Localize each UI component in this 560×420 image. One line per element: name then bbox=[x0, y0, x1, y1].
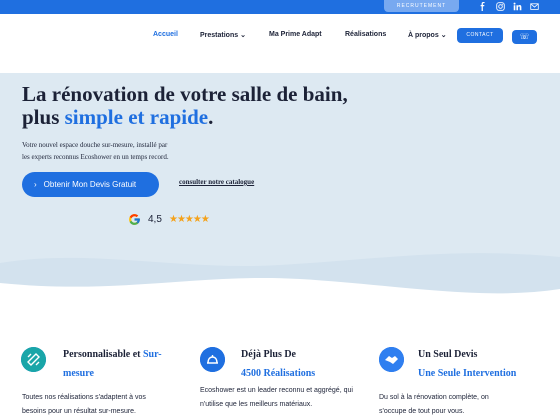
nav-item-realisations[interactable]: Réalisations bbox=[345, 31, 386, 38]
phone-icon: ☏ bbox=[519, 32, 530, 41]
get-quote-button[interactable]: › Obtenir Mon Devis Gratuit bbox=[22, 172, 159, 197]
hero-title-accent: simple et rapide bbox=[64, 105, 209, 129]
contact-button[interactable]: CONTACT bbox=[457, 28, 503, 43]
google-icon bbox=[129, 214, 140, 225]
feature-3-title: Un Seul Devis bbox=[418, 349, 478, 360]
feature-2-title-blue: 4500 Réalisations bbox=[241, 368, 316, 379]
nav-item-label: À propos bbox=[408, 32, 439, 39]
chevron-down-icon: ⌄ bbox=[440, 32, 447, 39]
phone-button[interactable]: ☏ bbox=[512, 30, 537, 44]
nav-item-accueil[interactable]: Accueil bbox=[153, 31, 178, 38]
feature-2-text: Ecoshower est un leader reconnu et aggré… bbox=[200, 387, 353, 408]
linkedin-icon[interactable] bbox=[511, 1, 523, 12]
chevron-right-icon: › bbox=[34, 180, 37, 189]
feature-1-title-cont: mesure bbox=[63, 368, 94, 379]
hero-title-line2: plus simple et rapide. bbox=[22, 105, 214, 129]
chevron-down-icon: ⌄ bbox=[240, 32, 246, 39]
rating-value: 4,5 bbox=[148, 214, 162, 225]
hero-subtitle: Votre nouvel espace douche sur-mesure, i… bbox=[22, 141, 169, 161]
feature-1-text: Toutes nos réalisations s'adaptent à vos… bbox=[22, 394, 146, 415]
hero-wave bbox=[0, 253, 560, 300]
nav-item-label: Prestations bbox=[200, 32, 239, 39]
catalog-link[interactable]: consulter notre catalogue bbox=[179, 178, 254, 186]
feature-2-title: Déjà Plus De bbox=[241, 349, 296, 360]
handshake-icon bbox=[379, 347, 404, 372]
nav-item-prestations[interactable]: Prestations ⌄ bbox=[200, 31, 246, 39]
nav-item-a-propos[interactable]: À propos ⌄ bbox=[408, 31, 447, 39]
feature-1-title: Personnalisable et Sur- bbox=[63, 349, 162, 360]
feature-3-text: Du sol à la rénovation complète, on s'occ… bbox=[379, 394, 489, 415]
mail-icon[interactable] bbox=[528, 1, 540, 12]
get-quote-label: Obtenir Mon Devis Gratuit bbox=[43, 180, 137, 189]
instagram-icon[interactable] bbox=[494, 1, 506, 12]
recruitment-button[interactable]: RECRUTEMENT bbox=[384, 0, 459, 12]
rating-stars: ★★★★★ bbox=[169, 214, 210, 225]
hero-title-line1: La rénovation de votre salle de bain, bbox=[22, 82, 348, 106]
service-bell-icon bbox=[200, 347, 225, 372]
feature-3-title-blue: Une Seule Intervention bbox=[418, 368, 517, 379]
ruler-pencil-icon bbox=[21, 347, 46, 372]
facebook-icon[interactable] bbox=[476, 1, 488, 12]
nav-item-ma-prime-adapt[interactable]: Ma Prime Adapt bbox=[269, 31, 322, 38]
